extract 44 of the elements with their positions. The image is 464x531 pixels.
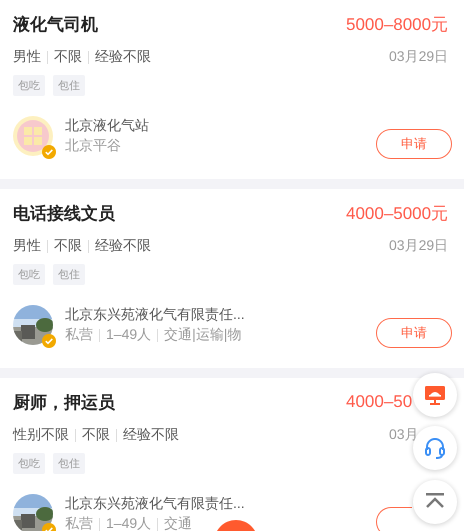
apply-button[interactable]: 申请 [376,318,452,348]
verified-badge-icon [42,145,56,159]
benefit-tag: 包吃 [13,453,45,474]
job-title: 电话接线文员 [13,202,115,224]
company-logo-icon [13,116,53,156]
company-detail: 交通|运输|物 [164,326,242,344]
company-name: 北京东兴苑液化气有限责任... [65,306,246,324]
benefit-tag: 包吃 [13,75,45,96]
job-requirement: 不限 [54,237,82,255]
apply-button[interactable]: 申请 [376,129,452,159]
back-to-top-button[interactable] [413,480,457,524]
post-date: 03月29日 [389,237,448,255]
headset-icon [423,436,447,460]
job-requirement: 经验不限 [123,426,179,444]
job-requirement: 性别不限 [13,426,69,444]
company-detail: 交通 [164,515,192,531]
job-requirement: 男性 [13,237,41,255]
company-detail: 1–49人 [106,515,152,531]
company-detail: 1–49人 [106,326,152,344]
company-detail: 私营 [65,515,93,531]
desk-button[interactable] [413,373,457,417]
job-requirement: 男性 [13,48,41,66]
company-detail: 私营 [65,326,93,344]
benefit-tag: 包住 [53,264,85,285]
job-title: 液化气司机 [13,14,98,36]
benefit-tag: 包住 [53,75,85,96]
job-requirement: 不限 [82,426,110,444]
job-title: 厨师，押运员 [13,392,115,414]
job-requirement: 经验不限 [95,48,151,66]
salary: 4000–50 [346,392,412,412]
monitor-icon [423,383,447,407]
job-requirement: 不限 [54,48,82,66]
benefit-tag: 包住 [53,453,85,474]
post-date: 03月 [389,426,419,444]
company-detail: 北京平谷 [65,137,121,155]
company-name: 北京东兴苑液化气有限责任... [65,495,246,513]
verified-badge-icon [42,334,56,348]
benefit-tag: 包吃 [13,264,45,285]
job-requirement: 经验不限 [95,237,151,255]
salary: 4000–5000元 [346,202,448,224]
salary: 5000–8000元 [346,14,448,36]
post-date: 03月29日 [389,48,448,66]
apply-button[interactable] [376,507,412,531]
company-name: 北京液化气站 [65,117,150,135]
